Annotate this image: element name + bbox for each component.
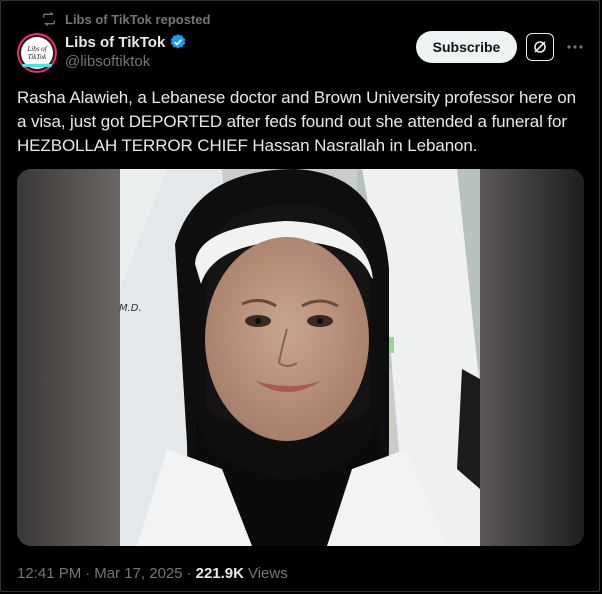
grok-icon bbox=[534, 41, 546, 53]
grok-button[interactable] bbox=[526, 33, 554, 61]
post-time[interactable]: 12:41 PM bbox=[17, 565, 81, 582]
libs-of-tiktok-logo: Libs of TikTok bbox=[17, 33, 57, 73]
subscribe-button[interactable]: Subscribe bbox=[416, 31, 517, 63]
post-card[interactable]: Libs of TikTok reposted Libs of TikTok L… bbox=[0, 0, 600, 592]
more-icon bbox=[567, 45, 583, 49]
photo-illustration: M.D. bbox=[17, 169, 584, 546]
coat-name-text: M.D. bbox=[119, 303, 142, 314]
repost-indicator[interactable]: Libs of TikTok reposted bbox=[41, 10, 210, 28]
meta-separator: · bbox=[85, 565, 91, 582]
repost-icon bbox=[43, 11, 55, 27]
author-handle[interactable]: @libsoftiktok bbox=[65, 53, 150, 70]
views-count[interactable]: 221.9K bbox=[196, 565, 244, 582]
repost-text: Libs of TikTok reposted bbox=[65, 11, 211, 27]
avatar[interactable]: Libs of TikTok bbox=[17, 33, 57, 73]
verified-badge-icon bbox=[171, 34, 186, 49]
views-label: Views bbox=[247, 565, 288, 582]
avatar-text-2: TikTok bbox=[28, 53, 47, 61]
author-name[interactable]: Libs of TikTok bbox=[65, 34, 165, 51]
author-row[interactable]: Libs of TikTok bbox=[65, 33, 187, 51]
post-date[interactable]: Mar 17, 2025 bbox=[94, 565, 182, 582]
avatar-text-1: Libs of bbox=[26, 45, 47, 53]
meta-separator: · bbox=[186, 565, 192, 582]
more-options-button[interactable] bbox=[563, 35, 587, 59]
post-meta: 12:41 PM · Mar 17, 2025 · 221.9K Views bbox=[17, 565, 288, 582]
post-text: Rasha Alawieh, a Lebanese doctor and Bro… bbox=[17, 88, 576, 155]
post-photo[interactable]: M.D. bbox=[17, 169, 584, 546]
